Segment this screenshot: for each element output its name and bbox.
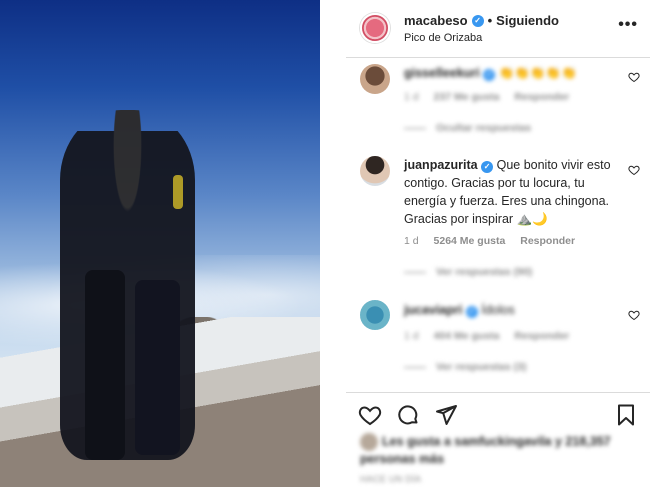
comment-likes[interactable]: 5264 Me gusta xyxy=(434,235,506,247)
author-username[interactable]: macabeso xyxy=(404,13,468,28)
following-button[interactable]: Siguiendo xyxy=(496,13,559,28)
post-date: HACE UN DÍA xyxy=(360,474,422,484)
liker-avatar xyxy=(360,433,378,451)
likes-summary[interactable]: Les gusta a samfuckingavila y 218,357 pe… xyxy=(360,433,640,468)
comment-body: Ídolos xyxy=(481,303,515,317)
replies-line xyxy=(404,366,426,368)
like-comment-icon[interactable] xyxy=(628,309,640,321)
replies-line xyxy=(404,127,426,129)
replies-label: Ver respuestas (3) xyxy=(436,361,527,373)
share-icon[interactable] xyxy=(434,403,458,427)
comment-likes[interactable]: 237 Me gusta xyxy=(434,91,500,103)
post-photo[interactable] xyxy=(0,0,320,487)
commenter-avatar[interactable] xyxy=(360,156,390,186)
commenter-avatar[interactable] xyxy=(360,300,390,330)
comment-text: jucaviapri ✓ Ídolos xyxy=(404,301,619,319)
comment-age: 1 d xyxy=(404,91,419,103)
separator-dot: • xyxy=(487,13,493,28)
likes-text: Les gusta a samfuckingavila y 218,357 pe… xyxy=(360,434,611,466)
action-bar xyxy=(346,392,650,436)
reply-button[interactable]: Responder xyxy=(514,330,569,342)
comment-meta: 1 d 237 Me gusta Responder xyxy=(404,91,581,103)
commenter-avatar[interactable] xyxy=(360,64,390,94)
photo-figure-leg xyxy=(85,270,125,460)
save-bookmark-icon[interactable] xyxy=(614,403,638,427)
verified-icon: ✓ xyxy=(465,306,478,318)
comment-meta: 1 d 5264 Me gusta Responder xyxy=(404,235,587,247)
toggle-replies[interactable]: Ver respuestas (3) xyxy=(404,361,526,373)
comment-username[interactable]: gisselleekuri xyxy=(404,66,480,80)
verified-icon: ✓ xyxy=(471,14,484,27)
post-location[interactable]: Pico de Orizaba xyxy=(404,32,482,44)
toggle-replies[interactable]: Ver respuestas (90) xyxy=(404,266,532,278)
replies-label: Ver respuestas (90) xyxy=(436,266,533,278)
comment-meta: 1 d 404 Me gusta Responder xyxy=(404,330,581,342)
like-comment-icon[interactable] xyxy=(628,164,640,176)
toggle-replies[interactable]: Ocultar respuestas xyxy=(404,122,531,134)
more-options-icon[interactable]: ••• xyxy=(618,16,638,34)
author-row: macabeso ✓ • Siguiendo xyxy=(404,13,559,28)
photo-jacket-patch xyxy=(173,175,183,209)
comment-age: 1 d xyxy=(404,235,419,247)
photo-figure-leg xyxy=(135,280,180,455)
post-header: macabeso ✓ • Siguiendo Pico de Orizaba •… xyxy=(346,0,650,58)
like-post-icon[interactable] xyxy=(358,403,382,427)
reply-button[interactable]: Responder xyxy=(514,91,569,103)
verified-icon: ✓ xyxy=(483,69,496,81)
reply-button[interactable]: Responder xyxy=(520,235,575,247)
comment-body: 👏👏👏👏👏 xyxy=(498,66,577,80)
comment-text: gisselleekuri ✓ 👏👏👏👏👏 xyxy=(404,64,619,82)
comment-username[interactable]: jucaviapri xyxy=(404,303,462,317)
replies-line xyxy=(404,271,426,273)
comment-username[interactable]: juanpazurita xyxy=(404,158,478,172)
comment-likes[interactable]: 404 Me gusta xyxy=(434,330,500,342)
verified-icon: ✓ xyxy=(481,161,494,173)
replies-label: Ocultar respuestas xyxy=(436,122,532,134)
author-avatar[interactable] xyxy=(360,13,390,43)
post-panel: macabeso ✓ • Siguiendo Pico de Orizaba •… xyxy=(346,0,650,487)
like-comment-icon[interactable] xyxy=(628,71,640,83)
comment-icon[interactable] xyxy=(396,403,420,427)
comment-text: juanpazurita ✓ Que bonito vivir esto con… xyxy=(404,156,619,228)
comment-age: 1 d xyxy=(404,330,419,342)
